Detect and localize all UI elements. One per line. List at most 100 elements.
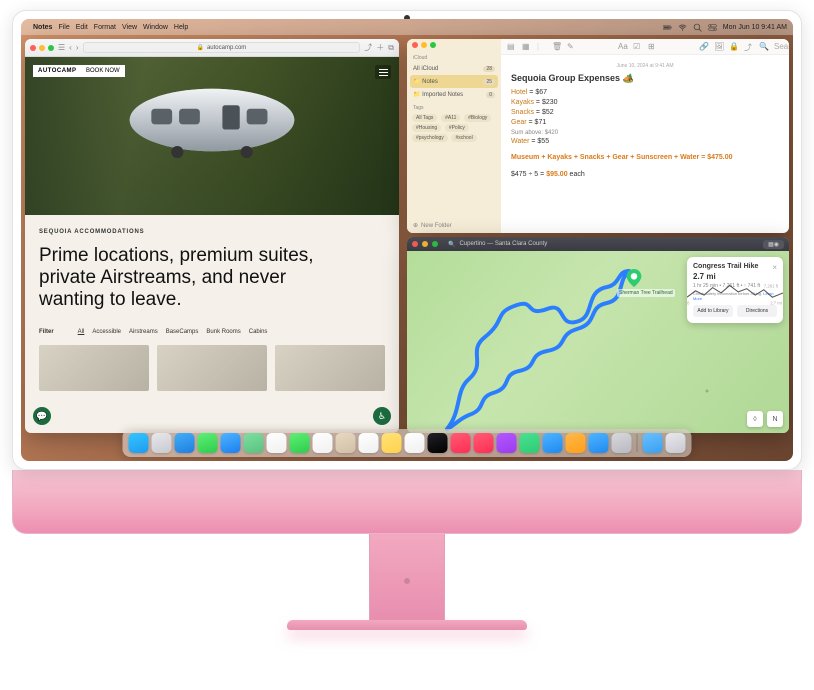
photo-icon[interactable]: 🖼 xyxy=(714,42,723,51)
hamburger-icon[interactable] xyxy=(375,65,391,79)
imac-stand xyxy=(369,534,445,620)
map-mode-icon[interactable]: ▦◉ xyxy=(763,240,784,249)
dock-contacts-icon[interactable] xyxy=(336,433,356,453)
site-logo[interactable]: AUTOCAMP xyxy=(33,65,82,77)
note-content[interactable]: June 10, 2024 at 9:41 AM Sequoia Group E… xyxy=(501,55,789,188)
listing-card[interactable] xyxy=(157,345,267,391)
filter-bunkrooms[interactable]: Bunk Rooms xyxy=(206,329,240,335)
search-icon[interactable]: 🔍 xyxy=(759,42,768,51)
dock-trash-icon[interactable] xyxy=(666,433,686,453)
link-icon[interactable]: 🔗 xyxy=(699,42,708,51)
search-field[interactable]: Search xyxy=(774,42,783,51)
chat-button[interactable]: 💬 xyxy=(33,407,51,425)
tag[interactable]: #Biology xyxy=(464,114,491,122)
accessibility-button[interactable]: ♿︎ xyxy=(373,407,391,425)
dock-photos-icon[interactable] xyxy=(267,433,287,453)
minimize-button[interactable] xyxy=(422,241,428,247)
dock-reminders-icon[interactable] xyxy=(359,433,379,453)
zoom-button[interactable] xyxy=(430,42,436,48)
address-bar[interactable]: 🔒autocamp.com xyxy=(83,42,361,53)
new-folder-button[interactable]: ⊕New Folder xyxy=(407,218,501,233)
checklist-icon[interactable]: ☑ xyxy=(633,42,642,51)
tag[interactable]: #psychology xyxy=(412,134,448,142)
dock-pages-icon[interactable] xyxy=(566,433,586,453)
minimize-button[interactable] xyxy=(421,42,427,48)
dock-launchpad-icon[interactable] xyxy=(152,433,172,453)
dock-music-icon[interactable] xyxy=(451,433,471,453)
menubar-clock[interactable]: Mon Jun 10 9:41 AM xyxy=(723,24,787,31)
search-icon[interactable] xyxy=(693,23,702,32)
dock-freeform-icon[interactable] xyxy=(405,433,425,453)
filter-bar: Filter All Accessible Airstreams BaseCam… xyxy=(39,329,385,335)
dock-safari-icon[interactable] xyxy=(175,433,195,453)
sidebar-icon[interactable]: ☰ xyxy=(58,43,65,52)
book-now-button[interactable]: BOOK NOW xyxy=(81,65,125,77)
dock-calendar-icon[interactable] xyxy=(313,433,333,453)
menubar-app-name[interactable]: Notes xyxy=(33,24,52,31)
list-view-icon[interactable]: ▤ xyxy=(507,42,516,51)
tag[interactable]: All Tags xyxy=(412,114,437,122)
zoom-button[interactable] xyxy=(432,241,438,247)
listing-card[interactable] xyxy=(39,345,149,391)
tag[interactable]: #Policy xyxy=(445,124,469,132)
filter-airstreams[interactable]: Airstreams xyxy=(129,329,158,335)
battery-icon[interactable] xyxy=(663,23,672,32)
lock-icon[interactable]: 🔒 xyxy=(729,42,738,51)
menu-file[interactable]: File xyxy=(58,24,69,31)
dock-messages-icon[interactable] xyxy=(198,433,218,453)
filter-basecamps[interactable]: BaseCamps xyxy=(166,329,199,335)
tag[interactable]: #Housing xyxy=(412,124,441,132)
dock-tv-icon[interactable] xyxy=(428,433,448,453)
tabs-icon[interactable]: ⧉ xyxy=(388,43,394,53)
maps-search[interactable]: Cupertino — Santa Clara County xyxy=(459,241,547,247)
filter-all[interactable]: All xyxy=(78,329,85,335)
dock-finder-icon[interactable] xyxy=(129,433,149,453)
listing-card[interactable] xyxy=(275,345,385,391)
close-button[interactable] xyxy=(412,241,418,247)
dock-appstore-icon[interactable] xyxy=(589,433,609,453)
new-tab-icon[interactable]: ＋ xyxy=(376,42,384,53)
close-button[interactable] xyxy=(30,45,36,51)
map-pin[interactable] xyxy=(625,269,643,287)
menu-edit[interactable]: Edit xyxy=(76,24,88,31)
dock-facetime-icon[interactable] xyxy=(290,433,310,453)
map-compass[interactable]: N xyxy=(767,411,783,427)
wifi-icon[interactable] xyxy=(678,23,687,32)
share-icon[interactable]: ⤴ xyxy=(744,42,753,51)
share-icon[interactable]: ⤴ xyxy=(364,42,372,53)
dock-keynote-icon[interactable] xyxy=(543,433,563,453)
format-icon[interactable]: Aa xyxy=(618,42,627,51)
sidebar-notes-folder[interactable]: 📁 Notes25 xyxy=(410,75,498,88)
dock-downloads-icon[interactable] xyxy=(643,433,663,453)
filter-cabins[interactable]: Cabins xyxy=(249,329,268,335)
compose-icon[interactable]: ✎ xyxy=(567,42,576,51)
zoom-button[interactable] xyxy=(48,45,54,51)
filter-accessible[interactable]: Accessible xyxy=(92,329,121,335)
map-3d-toggle[interactable]: ◊ xyxy=(747,411,763,427)
sidebar-all-icloud[interactable]: All iCloud28 xyxy=(407,63,501,75)
dock-news-icon[interactable] xyxy=(474,433,494,453)
grid-view-icon[interactable]: ▦ xyxy=(522,42,531,51)
delete-icon[interactable]: 🗑 xyxy=(552,42,561,51)
sidebar-imported[interactable]: 📁 Imported Notes0 xyxy=(407,88,501,101)
dock xyxy=(123,429,692,457)
dock-podcasts-icon[interactable] xyxy=(497,433,517,453)
close-button[interactable] xyxy=(412,42,418,48)
menu-help[interactable]: Help xyxy=(174,24,188,31)
menu-window[interactable]: Window xyxy=(143,24,168,31)
back-icon[interactable]: ‹ xyxy=(69,43,72,52)
dock-settings-icon[interactable] xyxy=(612,433,632,453)
menu-view[interactable]: View xyxy=(122,24,137,31)
dock-mail-icon[interactable] xyxy=(221,433,241,453)
dock-numbers-icon[interactable] xyxy=(520,433,540,453)
minimize-button[interactable] xyxy=(39,45,45,51)
tag[interactable]: #school xyxy=(451,134,476,142)
map-canvas[interactable]: Sherman Tree Trailhead × Congress Trail … xyxy=(407,251,789,433)
forward-icon[interactable]: › xyxy=(76,43,79,52)
dock-maps-icon[interactable] xyxy=(244,433,264,453)
menu-format[interactable]: Format xyxy=(94,24,116,31)
dock-notes-icon[interactable] xyxy=(382,433,402,453)
tag[interactable]: #A11 xyxy=(441,114,460,122)
control-center-icon[interactable] xyxy=(708,23,717,32)
table-icon[interactable]: ⊞ xyxy=(648,42,657,51)
